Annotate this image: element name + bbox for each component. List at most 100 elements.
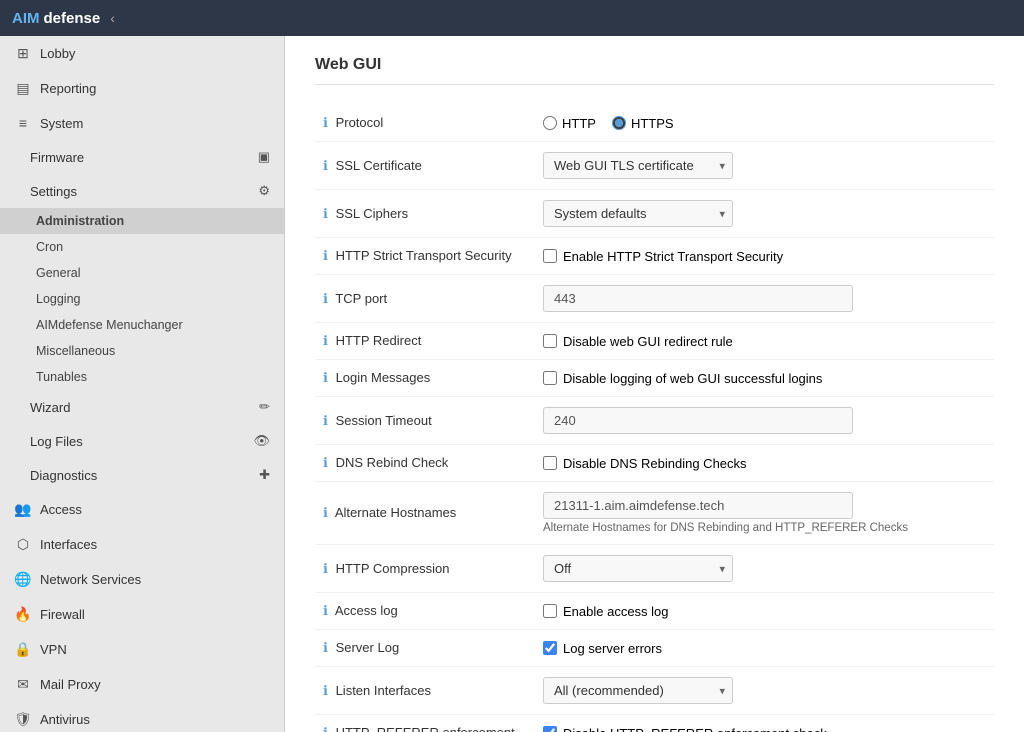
row-ssl-ciphers: ℹ SSL Ciphers System defaults	[315, 190, 994, 238]
radio-http[interactable]: HTTP	[543, 116, 596, 131]
http-redirect-checkbox-label[interactable]: Disable web GUI redirect rule	[543, 334, 986, 349]
sidebar-item-reporting[interactable]: ▤ Reporting	[0, 71, 284, 106]
control-login-messages: Disable logging of web GUI successful lo…	[535, 360, 994, 397]
http-referer-checkbox[interactable]	[543, 726, 557, 732]
sidebar-item-interfaces[interactable]: ⬡ Interfaces	[0, 527, 284, 562]
settings-gear-icon: ⚙	[258, 183, 270, 199]
log-files-icon: 👁	[253, 433, 270, 449]
control-ssl-certificate: Web GUI TLS certificate	[535, 142, 994, 190]
label-server-log: ℹ Server Log	[315, 630, 535, 667]
logo-defense: defense	[44, 10, 101, 27]
sidebar-item-miscellaneous[interactable]: Miscellaneous	[0, 338, 284, 364]
info-icon-protocol: ℹ	[323, 115, 328, 130]
sidebar-item-diagnostics[interactable]: Diagnostics ✚	[0, 458, 284, 492]
sidebar-item-administration[interactable]: Administration	[0, 208, 284, 234]
server-log-checkbox-label[interactable]: Log server errors	[543, 641, 986, 656]
sidebar-item-tunables[interactable]: Tunables	[0, 364, 284, 390]
label-tcp-port: ℹ TCP port	[315, 275, 535, 323]
access-log-checkbox[interactable]	[543, 604, 557, 618]
row-listen-interfaces: ℹ Listen Interfaces All (recommended)	[315, 667, 994, 715]
label-login-messages: ℹ Login Messages	[315, 360, 535, 397]
diagnostics-icon: ✚	[259, 467, 270, 483]
sidebar-label-firewall: Firewall	[40, 607, 85, 622]
firewall-icon: 🔥	[14, 606, 32, 623]
sidebar-label-cron: Cron	[36, 240, 63, 254]
sidebar-label-diagnostics: Diagnostics	[30, 468, 97, 483]
sidebar-label-firmware: Firmware	[30, 150, 84, 165]
sidebar-item-access[interactable]: 👥 Access	[0, 492, 284, 527]
control-tcp-port	[535, 275, 994, 323]
login-messages-checkbox[interactable]	[543, 371, 557, 385]
sidebar-item-firmware[interactable]: Firmware ▣	[0, 140, 284, 174]
sidebar-item-general[interactable]: General	[0, 260, 284, 286]
sidebar-item-network-services[interactable]: 🌐 Network Services	[0, 562, 284, 597]
access-log-checkbox-label[interactable]: Enable access log	[543, 604, 986, 619]
sidebar-toggle[interactable]: ‹	[110, 10, 115, 26]
sidebar-item-aimdefense-menuchanger[interactable]: AIMdefense Menuchanger	[0, 312, 284, 338]
info-icon-dns-rebind: ℹ	[323, 455, 328, 470]
sidebar-label-antivirus: Antivirus	[40, 712, 90, 727]
sidebar-label-settings: Settings	[30, 184, 77, 199]
sidebar-label-access: Access	[40, 502, 82, 517]
ssl-certificate-select[interactable]: Web GUI TLS certificate	[543, 152, 733, 179]
dns-rebind-checkbox[interactable]	[543, 456, 557, 470]
sidebar-item-lobby[interactable]: ⊞ Lobby	[0, 36, 284, 71]
login-messages-checkbox-label[interactable]: Disable logging of web GUI successful lo…	[543, 371, 986, 386]
server-log-checkbox[interactable]	[543, 641, 557, 655]
radio-https[interactable]: HTTPS	[612, 116, 674, 131]
protocol-radio-group: HTTP HTTPS	[543, 116, 986, 131]
label-http-referer: ℹ HTTP_REFERER enforcement	[315, 715, 535, 732]
label-protocol: ℹ Protocol	[315, 105, 535, 142]
row-access-log: ℹ Access log Enable access log	[315, 593, 994, 630]
sidebar-item-firewall[interactable]: 🔥 Firewall	[0, 597, 284, 632]
control-http-referer: Disable HTTP_REFERER enforcement check	[535, 715, 994, 732]
access-icon: 👥	[14, 501, 32, 518]
sidebar-item-antivirus[interactable]: 🛡 Antivirus	[0, 702, 284, 732]
row-http-referer: ℹ HTTP_REFERER enforcement Disable HTTP_…	[315, 715, 994, 732]
row-alternate-hostnames: ℹ Alternate Hostnames Alternate Hostname…	[315, 482, 994, 545]
listen-interfaces-select-wrapper: All (recommended)	[543, 677, 733, 704]
sidebar-item-log-files[interactable]: Log Files 👁	[0, 424, 284, 458]
sidebar-item-vpn[interactable]: 🔒 VPN	[0, 632, 284, 667]
lobby-icon: ⊞	[14, 45, 32, 62]
section-title: Web GUI	[315, 56, 994, 85]
sidebar-item-logging[interactable]: Logging	[0, 286, 284, 312]
main-content: Web GUI ℹ Protocol HTTP	[285, 36, 1024, 732]
hsts-checkbox-label[interactable]: Enable HTTP Strict Transport Security	[543, 249, 986, 264]
sidebar-item-system[interactable]: ≡ System	[0, 106, 284, 140]
label-alternate-hostnames: ℹ Alternate Hostnames	[315, 482, 535, 545]
radio-https-input[interactable]	[612, 116, 626, 130]
label-http-compression: ℹ HTTP Compression	[315, 545, 535, 593]
alternate-hostnames-input[interactable]	[543, 492, 853, 519]
label-dns-rebind: ℹ DNS Rebind Check	[315, 445, 535, 482]
row-tcp-port: ℹ TCP port	[315, 275, 994, 323]
info-icon-http-compression: ℹ	[323, 561, 328, 576]
sidebar-label-aimdefense-menuchanger: AIMdefense Menuchanger	[36, 318, 183, 332]
session-timeout-input[interactable]	[543, 407, 853, 434]
vpn-icon: 🔒	[14, 641, 32, 658]
control-http-strict-transport: Enable HTTP Strict Transport Security	[535, 238, 994, 275]
listen-interfaces-select[interactable]: All (recommended)	[543, 677, 733, 704]
label-ssl-ciphers: ℹ SSL Ciphers	[315, 190, 535, 238]
tcp-port-input[interactable]	[543, 285, 853, 312]
sidebar-label-log-files: Log Files	[30, 434, 83, 449]
radio-http-input[interactable]	[543, 116, 557, 130]
control-alternate-hostnames: Alternate Hostnames for DNS Rebinding an…	[535, 482, 994, 545]
sidebar-item-cron[interactable]: Cron	[0, 234, 284, 260]
control-listen-interfaces: All (recommended)	[535, 667, 994, 715]
http-redirect-checkbox[interactable]	[543, 334, 557, 348]
hsts-checkbox[interactable]	[543, 249, 557, 263]
row-http-strict-transport: ℹ HTTP Strict Transport Security Enable …	[315, 238, 994, 275]
sidebar-item-mail-proxy[interactable]: ✉ Mail Proxy	[0, 667, 284, 702]
http-compression-select[interactable]: Off	[543, 555, 733, 582]
sidebar-label-miscellaneous: Miscellaneous	[36, 344, 115, 358]
dns-rebind-checkbox-label[interactable]: Disable DNS Rebinding Checks	[543, 456, 986, 471]
control-dns-rebind: Disable DNS Rebinding Checks	[535, 445, 994, 482]
ssl-ciphers-select[interactable]: System defaults	[543, 200, 733, 227]
sidebar-item-wizard[interactable]: Wizard ✏	[0, 390, 284, 424]
sidebar-item-settings[interactable]: Settings ⚙	[0, 174, 284, 208]
row-ssl-certificate: ℹ SSL Certificate Web GUI TLS certificat…	[315, 142, 994, 190]
info-icon-ssl-cert: ℹ	[323, 158, 328, 173]
sidebar-label-system: System	[40, 116, 83, 131]
http-referer-checkbox-label[interactable]: Disable HTTP_REFERER enforcement check	[543, 726, 986, 732]
